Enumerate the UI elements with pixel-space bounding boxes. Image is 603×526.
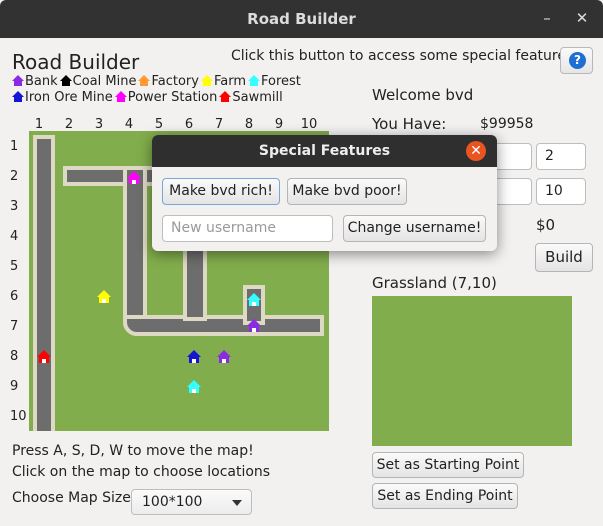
you-have-label: You Have: <box>372 115 447 133</box>
cost-value: $0 <box>536 216 556 234</box>
legend-item: Iron Ore Mine <box>12 90 113 105</box>
iron-ore-mine-icon[interactable] <box>187 350 201 363</box>
forest-icon[interactable] <box>187 380 201 393</box>
legend-item: Power Station <box>114 90 218 105</box>
legend-label: Forest <box>261 74 301 89</box>
legend-label: Bank <box>25 74 58 89</box>
map-size-select[interactable]: 100*100 <box>131 489 252 515</box>
app-window: Road Builder – ✕ Road Builder Click this… <box>0 0 603 526</box>
legend-label: Coal Mine <box>72 74 137 89</box>
map-column-label: 10 <box>300 117 318 132</box>
road-segment <box>123 315 324 336</box>
legend-item: Bank <box>12 74 58 89</box>
legend-row-2: Iron Ore Mine Power Station Sawmill <box>12 90 285 105</box>
legend-item: Sawmill <box>219 90 283 105</box>
set-end-button[interactable]: Set as Ending Point <box>372 483 518 509</box>
factory-legend-icon <box>138 75 151 86</box>
power-station-icon[interactable] <box>127 171 141 184</box>
bank-icon[interactable] <box>247 319 261 332</box>
welcome-text: Welcome bvd <box>372 86 474 104</box>
map-column-label: 6 <box>184 117 194 132</box>
make-poor-button[interactable]: Make bvd poor! <box>287 178 407 205</box>
change-username-button[interactable]: Change username! <box>343 215 486 242</box>
help-icon: ? <box>569 52 586 69</box>
build-button[interactable]: Build <box>535 243 593 272</box>
bank-legend-icon <box>12 75 24 86</box>
move-instruction: Press A, S, D, W to move the map! <box>12 443 254 459</box>
forest-legend-icon <box>248 75 260 86</box>
special-features-button[interactable]: ? <box>560 47 593 74</box>
map-row-label: 10 <box>10 409 27 424</box>
sawmill-icon[interactable] <box>37 350 51 363</box>
chevron-down-icon <box>232 500 242 506</box>
app-heading: Road Builder <box>12 50 140 74</box>
make-rich-button[interactable]: Make bvd rich! <box>162 178 280 205</box>
map-column-label: 4 <box>124 117 134 132</box>
road-segment <box>33 135 55 431</box>
map-column-label: 3 <box>94 117 104 132</box>
farm-legend-icon <box>200 75 213 86</box>
map-row-label: 8 <box>10 349 19 364</box>
map-column-label: 2 <box>64 117 74 132</box>
special-features-dialog: Special Features ✕ Make bvd rich! Make b… <box>152 135 497 251</box>
map-size-value: 100*100 <box>142 494 203 510</box>
new-username-input[interactable]: New username <box>162 215 333 242</box>
close-icon[interactable]: ✕ <box>572 8 592 28</box>
map-column-label: 1 <box>34 117 44 132</box>
forest-icon[interactable] <box>247 293 261 306</box>
map-row-label: 9 <box>10 379 19 394</box>
window-title: Road Builder <box>247 10 356 28</box>
legend-label: Power Station <box>127 90 218 105</box>
dialog-title: Special Features <box>152 135 497 167</box>
map-column-label: 5 <box>154 117 164 132</box>
money-value: $99958 <box>480 116 534 132</box>
legend-item: Farm <box>200 74 246 89</box>
map-row-label: 4 <box>10 229 19 244</box>
title-bar: Road Builder – ✕ <box>0 0 603 38</box>
location-preview <box>372 296 572 446</box>
iron-ore-mine-legend-icon <box>12 91 24 102</box>
farm-icon[interactable] <box>97 290 111 303</box>
legend-row-1: Bank Coal Mine Factory Farm Forest <box>12 74 303 89</box>
quantity-field-b[interactable]: 10 <box>536 178 586 205</box>
selected-location: Grassland (7,10) <box>372 274 497 292</box>
set-start-button[interactable]: Set as Starting Point <box>372 452 524 478</box>
minimize-icon[interactable]: – <box>537 8 557 28</box>
coal-mine-legend-icon <box>59 75 72 86</box>
map-column-label: 8 <box>244 117 254 132</box>
legend-item: Coal Mine <box>59 74 137 89</box>
map-size-label: Choose Map Size: <box>12 490 136 506</box>
legend-label: Farm <box>213 74 246 89</box>
legend-item: Forest <box>248 74 301 89</box>
legend-label: Sawmill <box>232 90 283 105</box>
bank-icon[interactable] <box>217 350 231 363</box>
click-instruction: Click on the map to choose locations <box>12 464 271 480</box>
map-row-label: 2 <box>10 169 19 184</box>
map-row-label: 5 <box>10 259 19 274</box>
power-station-legend-icon <box>114 91 127 102</box>
close-icon[interactable]: ✕ <box>466 141 486 161</box>
legend-label: Factory <box>151 74 199 89</box>
road-segment <box>123 166 147 336</box>
map-row-label: 7 <box>10 319 19 334</box>
map-column-label: 7 <box>214 117 224 132</box>
special-features-hint: Click this button to access some special… <box>231 48 579 64</box>
map-column-label: 9 <box>274 117 284 132</box>
map-row-label: 6 <box>10 289 19 304</box>
map-row-label: 1 <box>10 139 19 154</box>
legend-label: Iron Ore Mine <box>25 90 113 105</box>
legend-item: Factory <box>138 74 199 89</box>
quantity-field-a[interactable]: 2 <box>536 143 586 170</box>
map-row-label: 3 <box>10 199 19 214</box>
sawmill-legend-icon <box>219 91 232 102</box>
